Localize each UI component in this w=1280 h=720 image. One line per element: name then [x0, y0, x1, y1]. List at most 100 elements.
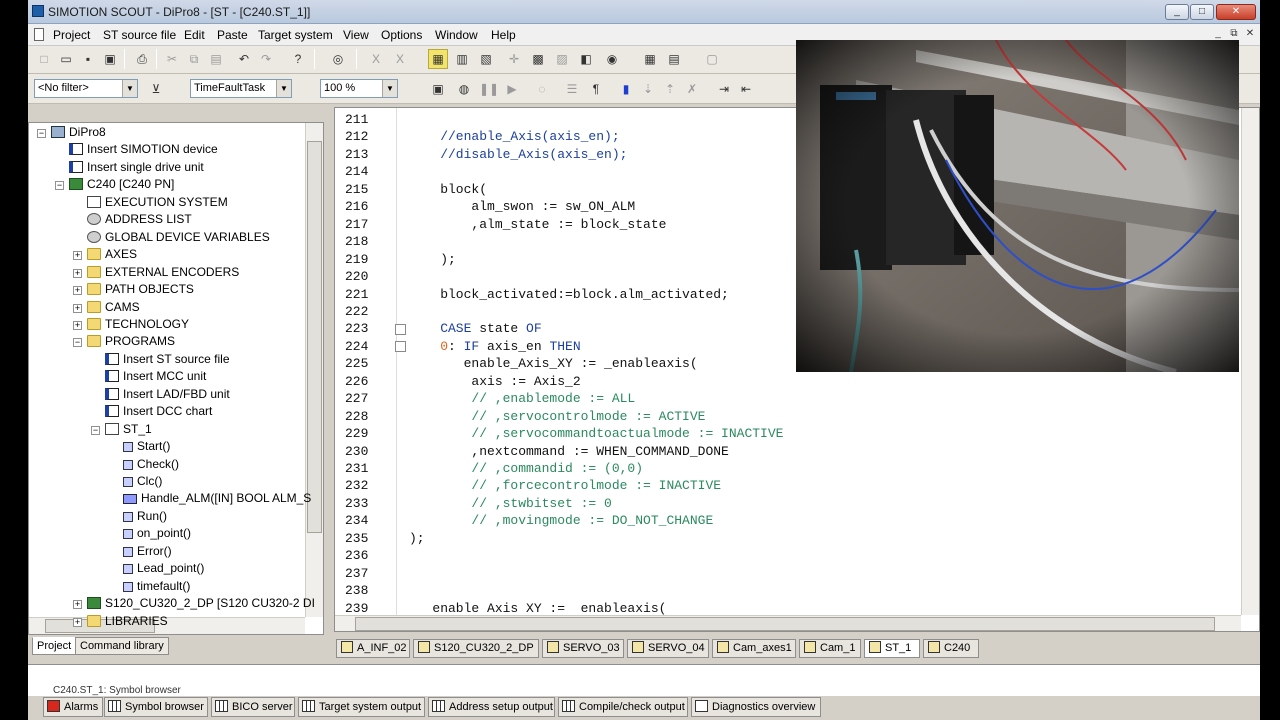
program-status-icon[interactable]: ◍	[454, 79, 474, 99]
compare-icon[interactable]: ◧	[576, 49, 596, 69]
subscript-icon[interactable]: X	[366, 49, 386, 69]
mdi-close-button[interactable]: ✕	[1243, 28, 1257, 41]
load-icon[interactable]: ▨	[552, 49, 572, 69]
fold-toggle[interactable]	[395, 324, 406, 335]
tab-alarms[interactable]: Alarms	[43, 697, 103, 717]
filter-dropdown[interactable]: <No filter> ▼	[34, 79, 138, 98]
indent-icon[interactable]: ⇥	[714, 79, 734, 99]
code-line[interactable]: );	[409, 531, 425, 546]
tree-vertical-scrollbar[interactable]	[305, 123, 323, 617]
tree-node[interactable]: AXES	[87, 247, 137, 264]
tab-cam-1[interactable]: Cam_1	[799, 639, 861, 658]
bookmark-icon[interactable]: ▮	[616, 79, 636, 99]
code-line[interactable]: // ,movingmode := DO_NOT_CHANGE	[409, 513, 713, 528]
code-line[interactable]: alm_swon := sw_ON_ALM	[409, 199, 635, 214]
tree-expander[interactable]: −	[55, 181, 64, 191]
tree-node[interactable]: EXTERNAL ENCODERS	[87, 265, 239, 282]
tree-node[interactable]: EXECUTION SYSTEM	[87, 195, 228, 212]
tab-symbol-browser[interactable]: Symbol browser	[104, 697, 208, 717]
tree-node[interactable]: Clc()	[123, 474, 162, 491]
task-dropdown[interactable]: TimeFaultTask ▼	[190, 79, 292, 98]
tree-node[interactable]: Insert DCC chart	[105, 404, 212, 421]
tree-node[interactable]: timefault()	[123, 579, 190, 596]
tree-node[interactable]: Insert ST source file	[105, 352, 230, 369]
tree-node[interactable]: Insert MCC unit	[105, 369, 206, 386]
tree-expander[interactable]: +	[73, 320, 82, 330]
tab-s120-cu320-2-dp[interactable]: S120_CU320_2_DP	[413, 639, 539, 658]
tree-node[interactable]: Insert SIMOTION device	[69, 142, 218, 159]
code-line[interactable]: // ,forcecontrolmode := INACTIVE	[409, 478, 721, 493]
save-icon[interactable]: ▪	[78, 49, 98, 69]
code-line[interactable]: CASE state OF	[409, 321, 541, 336]
tree-node[interactable]: Insert LAD/FBD unit	[105, 387, 230, 404]
tab-a-inf-02[interactable]: A_INF_02	[336, 639, 410, 658]
menu-project[interactable]: Project	[53, 28, 90, 42]
code-line[interactable]: // ,commandid := (0,0)	[409, 461, 643, 476]
play-icon[interactable]: ▶	[502, 79, 522, 99]
tab-bico-server[interactable]: BICO server	[211, 697, 295, 717]
menu-target-system[interactable]: Target system	[258, 28, 333, 42]
pause-icon[interactable]: ❚❚	[478, 79, 499, 99]
run-mode-icon[interactable]: ◉	[602, 49, 622, 69]
tree-node[interactable]: CAMS	[87, 300, 140, 317]
filter-icon[interactable]: ⊻	[146, 79, 166, 99]
code-line[interactable]: // ,servocontrolmode := ACTIVE	[409, 409, 705, 424]
tree-node[interactable]: PATH OBJECTS	[87, 282, 194, 299]
tree-node[interactable]: LIBRARIES	[87, 614, 168, 631]
clear-bookmarks-icon[interactable]: ✗	[682, 79, 702, 99]
accessible-nodes-icon[interactable]: ◎	[328, 49, 348, 69]
code-line[interactable]: //enable_Axis(axis_en);	[409, 129, 619, 144]
code-line[interactable]: // ,enablemode := ALL	[409, 391, 635, 406]
compile-icon[interactable]: ▣	[428, 79, 448, 99]
tab-c240[interactable]: C240	[923, 639, 979, 658]
superscript-icon[interactable]: X	[390, 49, 410, 69]
zoom-dropdown[interactable]: 100 % ▼	[320, 79, 398, 98]
menu-st-source-file[interactable]: ST source file	[103, 28, 176, 42]
connect-target-icon[interactable]: ▦	[428, 49, 448, 69]
paste-icon[interactable]: ▤	[206, 49, 226, 69]
fold-toggle[interactable]	[395, 341, 406, 352]
undo-icon[interactable]: ↶	[234, 49, 254, 69]
tab-command-library[interactable]: Command library	[75, 637, 169, 655]
tree-node[interactable]: Check()	[123, 457, 179, 474]
tree-node[interactable]: Insert single drive unit	[69, 160, 204, 177]
code-line[interactable]: enable_Axis_XY := _enableaxis(	[409, 356, 698, 371]
tab-address-setup-output[interactable]: Address setup output	[428, 697, 555, 717]
code-line[interactable]: 0: IF axis_en THEN	[409, 339, 580, 354]
tab-servo-03[interactable]: SERVO_03	[542, 639, 624, 658]
maximize-button[interactable]: □	[1190, 4, 1214, 20]
list-icon[interactable]: ☰	[562, 79, 582, 99]
tree-expander[interactable]: +	[73, 600, 82, 610]
code-line[interactable]: // ,stwbitset := 0	[409, 496, 611, 511]
close-button[interactable]: ✕	[1216, 4, 1256, 20]
tree-node[interactable]: ST_1	[105, 422, 152, 439]
print-icon[interactable]: ⎙	[132, 49, 152, 69]
code-line[interactable]: enable Axis XY := enableaxis(	[409, 601, 666, 616]
code-line[interactable]: );	[409, 252, 456, 267]
tree-expander[interactable]: +	[73, 303, 82, 313]
tree-node[interactable]: Start()	[123, 439, 170, 456]
tree-node[interactable]: GLOBAL DEVICE VARIABLES	[87, 230, 270, 247]
tab-target-system-output[interactable]: Target system output	[298, 697, 425, 717]
breakpoint-icon[interactable]: ◌	[532, 79, 552, 99]
tree-expander[interactable]: −	[37, 129, 46, 138]
download-project-icon[interactable]: ▧	[476, 49, 496, 69]
tree-node[interactable]: Lead_point()	[123, 561, 204, 578]
tab-servo-04[interactable]: SERVO_04	[627, 639, 709, 658]
tree-node[interactable]: on_point()	[123, 526, 191, 543]
download-icon[interactable]: ▥	[452, 49, 472, 69]
open-icon[interactable]: ▭	[56, 49, 76, 69]
tree-expander[interactable]: +	[73, 617, 82, 627]
axis-control-icon[interactable]: ✛	[504, 49, 524, 69]
tab-cam-axes1[interactable]: Cam_axes1	[712, 639, 796, 658]
new-icon[interactable]: □	[34, 49, 54, 69]
tree-node[interactable]: ADDRESS LIST	[87, 212, 192, 229]
redo-icon[interactable]: ↷	[256, 49, 276, 69]
code-line[interactable]: block_activated:=block.alm_activated;	[409, 287, 729, 302]
help-pointer-icon[interactable]: ?	[288, 49, 308, 69]
tree-node[interactable]: DiPro8	[51, 125, 106, 142]
tree-expander[interactable]: +	[73, 268, 82, 278]
tab-diagnostics-overview[interactable]: Diagnostics overview	[691, 697, 821, 717]
menu-window[interactable]: Window	[435, 28, 478, 42]
scrollbar-thumb[interactable]	[307, 141, 322, 533]
